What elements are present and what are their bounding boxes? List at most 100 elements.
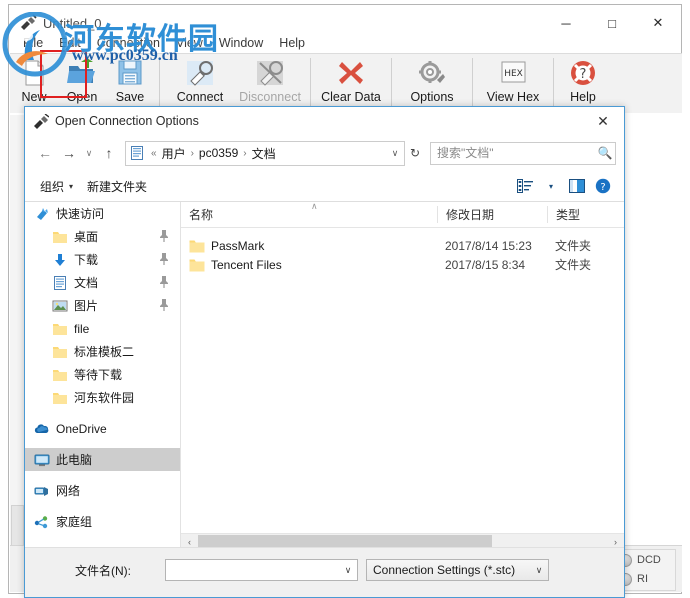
breadcrumb-user[interactable]: pc0359 bbox=[197, 146, 240, 160]
sidebar-gap-1 bbox=[25, 409, 180, 417]
column-header-date-label: 修改日期 bbox=[446, 208, 495, 222]
column-header-date[interactable]: 修改日期 bbox=[437, 206, 547, 223]
this-pc-monitor-icon bbox=[34, 454, 50, 466]
search-box[interactable]: 🔍 bbox=[430, 141, 616, 165]
sidebar-item-quick-access[interactable]: 快速访问 bbox=[25, 202, 180, 225]
menu-file[interactable]: File bbox=[15, 36, 51, 50]
search-input[interactable] bbox=[431, 145, 595, 161]
breadcrumb-documents[interactable]: 文档 bbox=[250, 145, 278, 162]
pin-icon[interactable] bbox=[158, 275, 170, 289]
serial-plug-icon bbox=[34, 114, 49, 129]
dialog-close-button[interactable]: ✕ bbox=[582, 107, 624, 136]
sidebar-label: 桌面 bbox=[74, 230, 99, 244]
sidebar-item-downloads[interactable]: 下载 bbox=[25, 248, 180, 271]
menu-edit[interactable]: Edit bbox=[51, 36, 89, 50]
toolbar-open-button[interactable]: Open bbox=[58, 54, 106, 110]
documents-icon bbox=[54, 275, 66, 290]
address-breadcrumb-bar[interactable]: « 用户 › pc0359 › 文档 ∨ bbox=[125, 140, 405, 166]
chevron-down-icon: ▾ bbox=[69, 181, 74, 191]
toolbar-help-button[interactable]: ? Help bbox=[559, 54, 607, 110]
breadcrumb-root-sep: « bbox=[151, 147, 157, 159]
filename-input[interactable] bbox=[166, 562, 339, 578]
address-dropdown-icon[interactable]: ∨ bbox=[386, 148, 404, 159]
toolbar-view-hex-label: View Hex bbox=[486, 90, 540, 104]
pictures-icon bbox=[52, 300, 68, 311]
plug-disconnect-icon bbox=[257, 61, 283, 86]
up-one-level-button[interactable]: ↑ bbox=[97, 141, 121, 165]
sidebar-item-pending-downloads[interactable]: 等待下载 bbox=[25, 363, 180, 386]
recent-locations-button[interactable]: ∨ bbox=[81, 141, 97, 165]
dialog-command-bar: 组织 ▾ 新建文件夹 ▾ ? bbox=[25, 171, 624, 202]
close-button[interactable]: ✕ bbox=[635, 5, 681, 41]
dialog-address-row: ← → ∨ ↑ « 用户 › pc0359 › 文档 ∨ ↻ 搜索"文档" 🔍 bbox=[25, 136, 624, 170]
toolbar-separator-4 bbox=[472, 58, 473, 106]
file-list-pane[interactable]: 名称 ∧ 修改日期 类型 PassMark 2017/8/14 15:23 文件… bbox=[181, 202, 624, 550]
menu-connection[interactable]: Connection bbox=[89, 36, 168, 50]
toolbar-options-button[interactable]: Options bbox=[397, 54, 467, 110]
floppy-disk-icon bbox=[118, 60, 142, 85]
pin-icon[interactable] bbox=[158, 252, 170, 266]
downloads-arrow-icon bbox=[55, 253, 65, 266]
dialog-help-button[interactable]: ? bbox=[590, 175, 616, 197]
sidebar-item-file[interactable]: file bbox=[25, 317, 180, 340]
change-view-button[interactable] bbox=[512, 175, 538, 197]
toolbar-connect-button[interactable]: Connect bbox=[165, 54, 235, 110]
cell-type: 文件夹 bbox=[555, 258, 592, 272]
filename-combobox[interactable]: ∨ bbox=[165, 559, 358, 581]
navigation-pane[interactable]: 快速访问 桌面 下载 文档 图片 file 标准模板二 等待下载 河东软件园 O… bbox=[25, 202, 181, 550]
column-header-name[interactable]: 名称 ∧ bbox=[181, 202, 437, 223]
organize-button[interactable]: 组织 ▾ bbox=[33, 175, 80, 198]
column-header-type[interactable]: 类型 bbox=[547, 206, 617, 223]
sidebar-item-this-pc[interactable]: 此电脑 bbox=[25, 448, 180, 471]
toolbar-separator-5 bbox=[553, 58, 554, 106]
sidebar-item-desktop[interactable]: 桌面 bbox=[25, 225, 180, 248]
menu-window[interactable]: Window bbox=[211, 36, 271, 50]
file-name-label: Tencent Files bbox=[211, 257, 282, 272]
preview-pane-button[interactable] bbox=[564, 175, 590, 197]
toolbar-view-hex-button[interactable]: HEX View Hex bbox=[478, 54, 548, 110]
led-row-dcd: DCD bbox=[619, 551, 675, 569]
sidebar-item-template2[interactable]: 标准模板二 bbox=[25, 340, 180, 363]
toolbar-separator-2 bbox=[310, 58, 311, 106]
app-logo-icon bbox=[21, 14, 37, 30]
sidebar-item-homegroup[interactable]: 家庭组 bbox=[25, 510, 180, 533]
sidebar-item-network[interactable]: 网络 bbox=[25, 479, 180, 502]
maximize-button[interactable]: □ bbox=[589, 5, 635, 41]
sidebar-item-hedong-software[interactable]: 河东软件园 bbox=[25, 386, 180, 409]
open-folder-icon bbox=[67, 58, 95, 83]
view-options-caret[interactable]: ▾ bbox=[538, 175, 564, 197]
lifebuoy-question-icon: ? bbox=[571, 61, 595, 85]
sidebar-gap-2 bbox=[25, 440, 180, 448]
new-folder-button[interactable]: 新建文件夹 bbox=[80, 175, 154, 198]
folder-icon bbox=[53, 231, 67, 243]
toolbar-new-button[interactable]: New bbox=[10, 54, 58, 110]
table-row[interactable]: PassMark 2017/8/14 15:23 文件夹 bbox=[181, 236, 624, 255]
sidebar-item-documents[interactable]: 文档 bbox=[25, 271, 180, 294]
filename-row: 文件名(N): ∨ Connection Settings (*.stc) ∨ bbox=[25, 559, 624, 581]
sidebar-label: OneDrive bbox=[56, 421, 107, 436]
minimize-button[interactable]: ─ bbox=[543, 5, 589, 41]
sidebar-item-onedrive[interactable]: OneDrive bbox=[25, 417, 180, 440]
pin-icon[interactable] bbox=[158, 298, 170, 312]
sidebar-item-pictures[interactable]: 图片 bbox=[25, 294, 180, 317]
forward-button[interactable]: → bbox=[57, 141, 81, 165]
toolbar-new-label: New bbox=[21, 90, 47, 104]
sidebar-label: 标准模板二 bbox=[74, 345, 135, 359]
toolbar-disconnect-button[interactable]: Disconnect bbox=[235, 54, 305, 110]
breadcrumb-users[interactable]: 用户 bbox=[160, 145, 188, 162]
toolbar-clear-data-button[interactable]: Clear Data bbox=[316, 54, 386, 110]
sidebar-label: 等待下载 bbox=[74, 368, 123, 382]
menu-help[interactable]: Help bbox=[271, 36, 313, 50]
sidebar-label: 文档 bbox=[74, 276, 99, 290]
chevron-down-icon[interactable]: ∨ bbox=[339, 565, 357, 576]
dialog-title: Open Connection Options bbox=[55, 114, 199, 128]
back-button[interactable]: ← bbox=[33, 141, 57, 165]
menu-view[interactable]: View bbox=[168, 36, 211, 50]
table-row[interactable]: Tencent Files 2017/8/15 8:34 文件夹 bbox=[181, 255, 624, 274]
pin-icon[interactable] bbox=[158, 229, 170, 243]
toolbar-save-button[interactable]: Save bbox=[106, 54, 154, 110]
file-type-filter-combobox[interactable]: Connection Settings (*.stc) ∨ bbox=[366, 559, 549, 581]
refresh-button[interactable]: ↻ bbox=[405, 142, 425, 165]
chevron-down-icon[interactable]: ∨ bbox=[530, 565, 548, 576]
toolbar-separator-3 bbox=[391, 58, 392, 106]
